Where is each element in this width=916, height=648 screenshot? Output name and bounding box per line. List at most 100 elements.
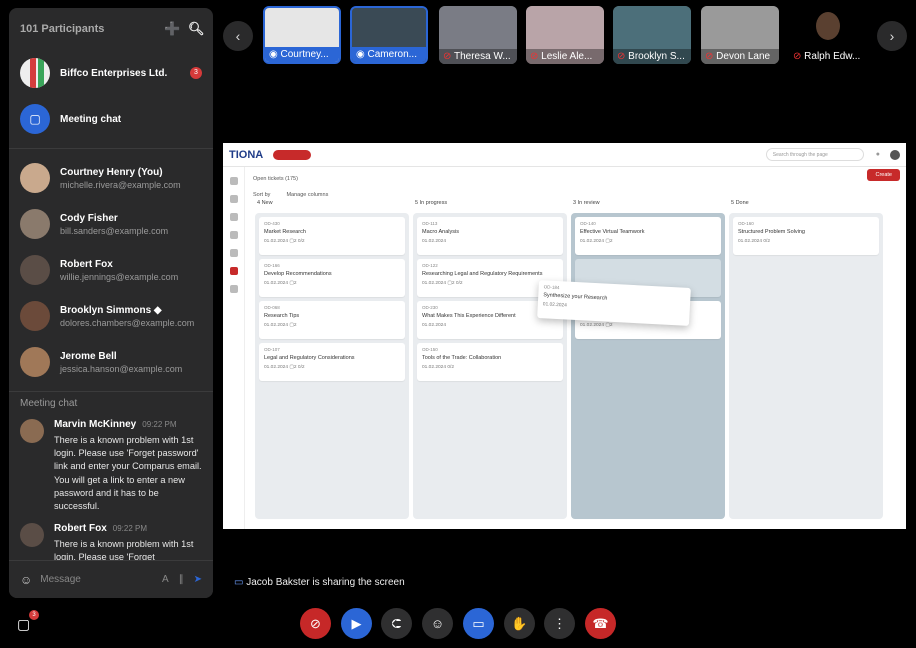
meeting-chat-label: Meeting chat xyxy=(60,113,122,125)
message-author: Robert Fox xyxy=(54,523,107,535)
subtask-count: 0/2 xyxy=(297,365,305,370)
bell-icon[interactable]: ● xyxy=(876,151,880,158)
message-author: Marvin McKinney xyxy=(54,419,137,430)
avatar xyxy=(20,209,50,239)
video-tile[interactable]: ⊘ Theresa W... xyxy=(439,6,517,64)
ticket-id: OD-150 xyxy=(422,347,438,352)
video-tile[interactable]: ⊘ Leslie Ale... xyxy=(526,6,604,64)
avatar xyxy=(20,255,50,285)
create-button[interactable]: Create xyxy=(867,169,900,181)
app-logo: TIONA xyxy=(229,148,264,161)
add-participant-icon[interactable]: ➕ xyxy=(164,22,180,36)
ticket-title: Market Research xyxy=(264,229,306,235)
ticket-date: 01.02.2024 xyxy=(580,323,605,328)
prev-arrow-icon[interactable]: ‹ xyxy=(223,21,253,51)
participants-panel: 101 Participants ➕ 🔍︎ Biffco Enterprises… xyxy=(9,8,213,598)
board-selector[interactable] xyxy=(273,149,312,160)
ticket-id: OD-430 xyxy=(264,221,280,226)
participant-row[interactable]: Brooklyn Simmons ◆ dolores.chambers@examp… xyxy=(9,293,213,339)
participant-email: bill.sanders@example.com xyxy=(60,225,169,236)
participant-row[interactable]: Jerome Bell jessica.hanson@example.com xyxy=(9,339,213,385)
stop-share-button[interactable]: ▭ xyxy=(463,608,494,639)
ticket-title: Macro Analysis xyxy=(422,229,459,235)
ticket-card[interactable]: OD-113 Macro Analysis 01.02.2024 xyxy=(417,217,563,255)
emoji-icon[interactable]: ☺ xyxy=(20,573,32,587)
tile-name: Courtney... xyxy=(280,49,329,60)
ticket-date: 01.02.2024 xyxy=(738,239,763,244)
comment-count: 2 xyxy=(293,323,297,328)
sort-dropdown[interactable]: Sort by xyxy=(253,192,270,198)
unread-badge: 3 xyxy=(190,67,202,79)
filter-dropdown[interactable]: Open tickets (175) xyxy=(253,176,298,182)
subtask-count: 0/2 xyxy=(447,365,455,370)
next-arrow-icon[interactable]: › xyxy=(877,21,907,51)
search-icon[interactable]: 🔍︎ xyxy=(188,22,205,36)
app-search-input[interactable]: Search through the page xyxy=(765,148,864,161)
more-options-button[interactable]: ⋮ xyxy=(544,608,575,639)
ticket-card[interactable]: OD-430 Market Research 01.02.2024 ▢2 0/2 xyxy=(259,217,405,255)
chat-toggle-icon[interactable]: ▢ 3 xyxy=(17,610,39,633)
tile-name: Ralph Edw... xyxy=(804,51,861,62)
column-title: 4 New xyxy=(257,200,273,206)
ticket-card[interactable]: OD-140 Effective Virtual Teamwork 01.02.20… xyxy=(575,217,721,255)
pinned-company[interactable]: Biffco Enterprises Ltd. 3 xyxy=(9,50,213,96)
participant-row[interactable]: Courtney Henry (You) michelle.rivera@exam… xyxy=(9,155,213,201)
ticket-id: OD-068 xyxy=(264,305,280,310)
message-time: 09:22 PM xyxy=(112,524,148,534)
raise-hand-button[interactable]: ✋ xyxy=(504,608,535,639)
mic-off-icon: ⊘ xyxy=(705,51,717,62)
tile-name: Brooklyn S... xyxy=(628,51,685,62)
participant-row[interactable]: Cody Fisher bill.sanders@example.com xyxy=(9,201,213,247)
dragging-ticket-card[interactable]: OD-184 Synthesize your Research 01.02.2024 xyxy=(537,280,691,326)
camera-button[interactable]: ▶ xyxy=(341,608,372,639)
ticket-card[interactable]: OD-107 Legal and Regulatory Consideration… xyxy=(259,343,405,381)
chat-message: Marvin McKinney 09:22 PM There is a known… xyxy=(9,415,213,519)
participant-name: Brooklyn Simmons xyxy=(60,304,152,316)
share-button[interactable]: ⮈ xyxy=(381,608,412,639)
send-icon[interactable]: ➤ xyxy=(194,574,202,585)
tile-name: Theresa W... xyxy=(453,51,511,62)
subtask-count: 0/2 xyxy=(455,281,463,286)
ticket-date: 01.02.2024 xyxy=(264,239,289,244)
ticket-card[interactable]: OD-166 Develop Recommendations 01.02.2024 … xyxy=(259,259,405,297)
hang-up-button[interactable]: ☎ xyxy=(585,608,616,639)
format-text-icon[interactable]: A xyxy=(162,574,169,585)
board-column: 3 In review OD-140 Effective Virtual Team… xyxy=(571,200,725,519)
mic-on-icon: ◉ xyxy=(356,49,368,60)
app-sidebar xyxy=(223,167,245,529)
company-name: Biffco Enterprises Ltd. xyxy=(60,67,168,79)
meeting-chat-item[interactable]: ▢ Meeting chat xyxy=(9,96,213,142)
tile-name: Leslie Ale... xyxy=(541,51,593,62)
sharing-text: Jacob Bakster is sharing the screen xyxy=(246,577,405,588)
video-tile[interactable]: ◉ Cameron... xyxy=(350,6,428,64)
message-text: There is a known problem with 1st login.… xyxy=(54,435,202,512)
mic-off-icon: ⊘ xyxy=(443,51,454,62)
subtask-count: 0/2 xyxy=(297,239,305,244)
ticket-date: 01.02.2024 xyxy=(422,239,447,244)
mic-off-icon: ⊘ xyxy=(617,51,629,62)
video-tile[interactable]: ◉ Courtney... xyxy=(263,6,341,64)
ticket-card[interactable]: OD-160 Structured Problem Solving 01.02.20… xyxy=(733,217,879,255)
video-tile[interactable]: ⊘ Brooklyn S... xyxy=(613,6,691,64)
ticket-card[interactable]: OD-068 Research Tips 01.02.2024 ▢2 xyxy=(259,301,405,339)
attach-icon[interactable]: ∥ xyxy=(179,574,184,585)
board-toolbar: Open tickets (175) xyxy=(253,171,900,187)
tile-name: Devon Lane xyxy=(716,51,771,62)
user-avatar[interactable] xyxy=(890,149,900,160)
manage-columns-button[interactable]: Manage columns xyxy=(286,192,328,198)
app-topbar: TIONA Search through the page ● xyxy=(223,143,906,167)
board-column: 5 In progress OD-113 Macro Analysis 01.02.… xyxy=(413,200,567,519)
panel-header: 101 Participants ➕ 🔍︎ xyxy=(9,8,213,50)
video-tile[interactable]: ⊘ Ralph Edw... xyxy=(789,6,867,64)
ticket-card[interactable]: OD-150 Tools of the Trade: Collaboration 0… xyxy=(417,343,563,381)
ticket-title: Structured Problem Solving xyxy=(738,229,805,235)
reactions-button[interactable]: ☺ xyxy=(422,608,453,639)
ticket-title: Tools of the Trade: Collaboration xyxy=(422,355,502,361)
ticket-date: 01.02.2024 xyxy=(422,365,447,370)
ticket-title: Effective Virtual Teamwork xyxy=(580,229,645,235)
ticket-date: 01.02.2024 xyxy=(422,281,447,286)
video-tile[interactable]: ⊘ Devon Lane xyxy=(701,6,779,64)
participant-row[interactable]: Robert Fox willie.jennings@example.com xyxy=(9,247,213,293)
message-input[interactable]: Message xyxy=(40,574,162,585)
mute-mic-button[interactable]: ⊘ xyxy=(300,608,331,639)
